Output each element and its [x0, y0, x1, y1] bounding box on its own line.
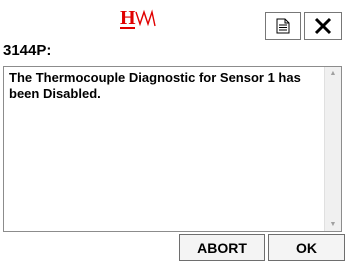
- svg-text:H: H: [120, 7, 136, 29]
- top-strip: [0, 0, 345, 4]
- hw-logo-icon: H: [120, 7, 156, 29]
- scroll-up-icon[interactable]: ▲: [325, 70, 341, 77]
- dialog-title: 3144P:: [3, 42, 52, 59]
- message-textbox[interactable]: The Thermocouple Diagnostic for Sensor 1…: [3, 66, 342, 232]
- document-icon: [276, 18, 290, 34]
- vertical-scrollbar[interactable]: ▲ ▼: [324, 67, 341, 231]
- scroll-down-icon[interactable]: ▼: [325, 221, 341, 228]
- ok-button[interactable]: OK: [268, 234, 345, 261]
- document-button[interactable]: [265, 12, 301, 40]
- close-button[interactable]: [304, 12, 342, 40]
- message-text: The Thermocouple Diagnostic for Sensor 1…: [9, 70, 301, 101]
- abort-button[interactable]: ABORT: [179, 234, 265, 261]
- close-icon: [314, 17, 332, 35]
- dialog-window: H 3144P: The Thermocouple Diagnostic for…: [0, 0, 345, 261]
